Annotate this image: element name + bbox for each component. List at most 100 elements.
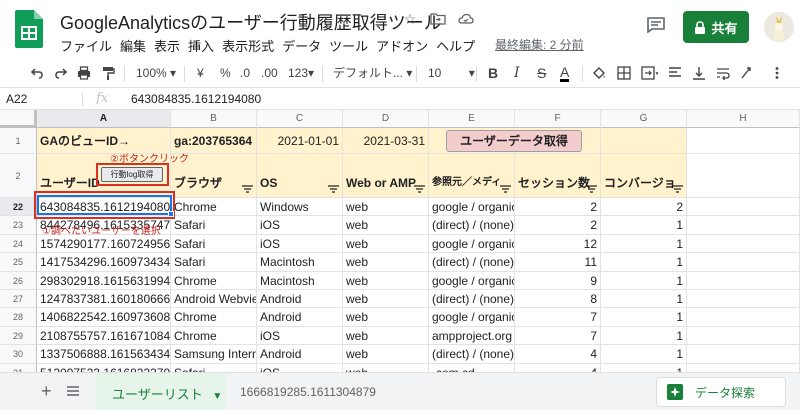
table-cell-web-or-amp[interactable]: web	[343, 363, 429, 372]
decrease-decimal-button[interactable]: .0	[240, 65, 250, 81]
tab-menu-chevron-icon[interactable]: ▼	[212, 391, 222, 402]
menu-tools[interactable]: ツール	[329, 36, 368, 55]
filter-icon[interactable]	[672, 185, 683, 193]
row-header[interactable]: 22	[0, 198, 37, 217]
table-cell-sessions[interactable]: 7	[515, 326, 601, 346]
table-cell-browser[interactable]: Android Webview	[171, 290, 257, 309]
table-cell-web-or-amp[interactable]: web	[343, 271, 429, 290]
cell-c1[interactable]: 2021-01-01	[257, 128, 343, 154]
header-source-medium[interactable]: 参照元／メディ	[429, 154, 515, 198]
table-cell-source-medium[interactable]: google / organic	[429, 234, 515, 254]
table-cell-web-or-amp[interactable]: web	[343, 290, 429, 309]
table-cell-user-id[interactable]: 1574290177.1607249563	[37, 234, 171, 254]
table-cell-empty[interactable]	[687, 234, 800, 254]
table-cell-user-id[interactable]: 2108755757.1616710846	[37, 326, 171, 346]
row-header-1[interactable]: 1	[0, 128, 37, 154]
row-header[interactable]: 28	[0, 308, 37, 327]
share-button[interactable]: 共有	[683, 11, 749, 43]
table-cell-empty[interactable]	[687, 345, 800, 364]
table-cell-user-id[interactable]: 1406822542.1609736089	[37, 308, 171, 327]
table-cell-empty[interactable]	[687, 363, 800, 372]
filter-icon[interactable]	[586, 185, 597, 193]
column-header-f[interactable]: F	[515, 110, 601, 128]
document-title[interactable]: GoogleAnalyticsのユーザー行動履歴取得ツール	[60, 9, 442, 35]
menu-view[interactable]: 表示	[154, 36, 180, 55]
table-cell-web-or-amp[interactable]: web	[343, 326, 429, 346]
fill-handle[interactable]	[168, 211, 174, 217]
paint-format-icon[interactable]	[101, 66, 115, 80]
table-cell-conversions[interactable]: 1	[601, 363, 687, 372]
table-cell-sessions[interactable]: 12	[515, 234, 601, 254]
table-cell-browser[interactable]: Safari	[171, 234, 257, 254]
tab-user-log[interactable]: 1666819285.1611304879	[240, 385, 376, 399]
last-edit-link[interactable]: 最終編集: 2 分前	[495, 36, 584, 53]
row-header-2[interactable]: 2	[0, 154, 37, 198]
filter-icon[interactable]	[242, 185, 253, 193]
table-cell-browser[interactable]: Safari	[171, 216, 257, 235]
table-cell-conversions[interactable]: 1	[601, 308, 687, 327]
row-header[interactable]: 23	[0, 216, 37, 235]
align-icon[interactable]	[668, 66, 682, 80]
table-cell-browser[interactable]: Safari	[171, 363, 257, 372]
table-cell-browser[interactable]: Chrome	[171, 198, 257, 217]
filter-icon[interactable]	[328, 185, 339, 193]
row-header[interactable]: 26	[0, 271, 37, 290]
explore-button[interactable]: データ探索	[656, 377, 786, 407]
table-cell-os[interactable]: Android	[257, 308, 343, 327]
table-cell-sessions[interactable]: 4	[515, 345, 601, 364]
cloud-status-icon[interactable]	[458, 11, 474, 27]
table-cell-os[interactable]: Android	[257, 290, 343, 309]
table-cell-browser[interactable]: Chrome	[171, 326, 257, 346]
filter-icon[interactable]	[414, 185, 425, 193]
italic-button[interactable]: I	[514, 65, 520, 81]
table-cell-sessions[interactable]: 11	[515, 253, 601, 272]
menu-addons[interactable]: アドオン	[376, 36, 428, 55]
table-cell-conversions[interactable]: 1	[601, 326, 687, 346]
header-sessions[interactable]: セッション数	[515, 154, 601, 198]
table-cell-empty[interactable]	[687, 253, 800, 272]
row-header[interactable]: 31	[0, 363, 37, 372]
column-header-b[interactable]: B	[171, 110, 257, 128]
fill-color-icon[interactable]	[592, 66, 606, 80]
filter-icon[interactable]	[500, 185, 511, 193]
tab-user-list[interactable]: ユーザーリスト ▼	[96, 373, 226, 410]
table-cell-os[interactable]: iOS	[257, 363, 343, 372]
header-os[interactable]: OS	[257, 154, 343, 198]
table-cell-conversions[interactable]: 1	[601, 253, 687, 272]
table-cell-os[interactable]: Windows	[257, 198, 343, 217]
table-cell-source-medium[interactable]: google / organic	[429, 308, 515, 327]
table-cell-web-or-amp[interactable]: web	[343, 308, 429, 327]
table-cell-empty[interactable]	[687, 290, 800, 309]
table-cell-web-or-amp[interactable]: web	[343, 198, 429, 217]
table-cell-source-medium[interactable]: google / organic	[429, 198, 515, 217]
table-cell-os[interactable]: iOS	[257, 326, 343, 346]
vertical-align-icon[interactable]	[692, 66, 706, 80]
table-cell-browser[interactable]: Chrome	[171, 308, 257, 327]
table-cell-os[interactable]: Macintosh	[257, 271, 343, 290]
column-header-d[interactable]: D	[343, 110, 429, 128]
more-formats-button[interactable]: 123▾	[288, 65, 314, 81]
column-header-g[interactable]: G	[601, 110, 687, 128]
table-cell-conversions[interactable]: 1	[601, 216, 687, 235]
undo-icon[interactable]	[30, 66, 44, 80]
zoom-select[interactable]: 100% ▾	[136, 65, 176, 81]
table-cell-sessions[interactable]: 8	[515, 290, 601, 309]
strikethrough-button[interactable]: S	[537, 65, 546, 81]
print-icon[interactable]	[77, 66, 91, 80]
header-web-or-amp[interactable]: Web or AMP	[343, 154, 429, 198]
all-sheets-icon[interactable]	[67, 385, 79, 397]
name-box[interactable]: A22	[6, 92, 27, 106]
table-cell-user-id[interactable]: 298302918.1615631994	[37, 271, 171, 290]
table-cell-empty[interactable]	[687, 216, 800, 235]
sheets-logo-icon[interactable]	[15, 10, 43, 48]
borders-icon[interactable]	[617, 66, 631, 80]
row-header[interactable]: 27	[0, 290, 37, 309]
table-cell-browser[interactable]: Safari	[171, 253, 257, 272]
table-cell-browser[interactable]: Samsung Internet	[171, 345, 257, 364]
text-rotation-icon[interactable]	[740, 66, 754, 80]
column-header-e[interactable]: E	[429, 110, 515, 128]
formula-input[interactable]: 643084835.1612194080	[131, 92, 261, 106]
table-cell-user-id[interactable]: 512097533.1616823379	[37, 363, 171, 372]
menu-format[interactable]: 表示形式	[222, 36, 274, 55]
table-cell-source-medium[interactable]: ampproject.org /	[429, 326, 515, 346]
